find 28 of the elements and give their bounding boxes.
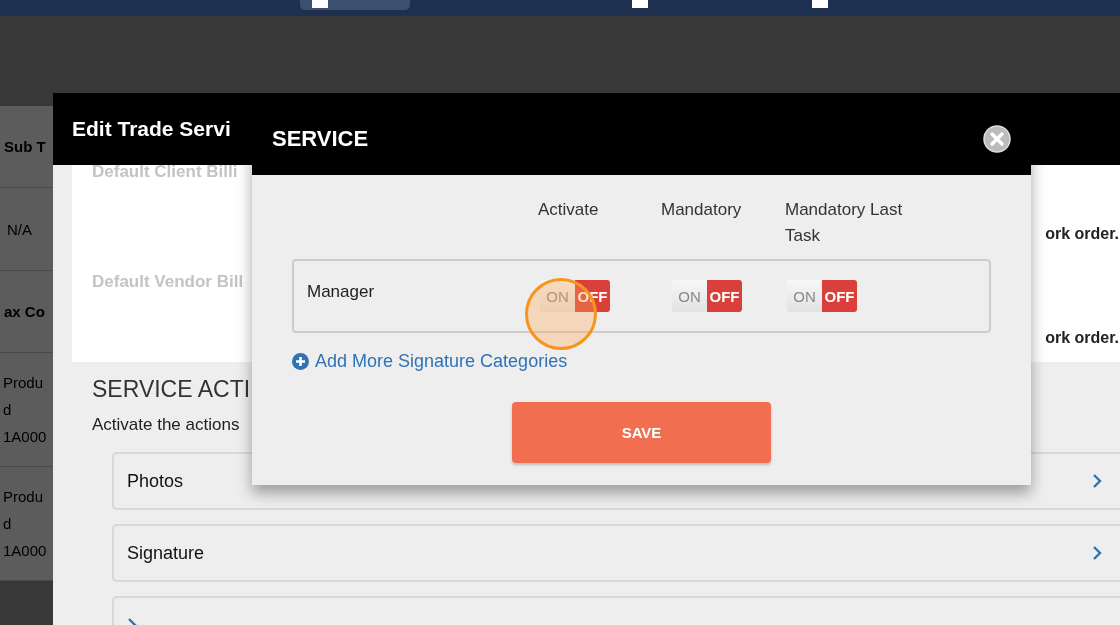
table-cell: ax Co bbox=[4, 303, 45, 320]
dialog-title: SERVICE bbox=[272, 126, 369, 152]
document-icon bbox=[810, 0, 830, 8]
field-label: Default Client Billi bbox=[92, 162, 238, 182]
table-cell-text: Produ d 1A000 bbox=[3, 373, 47, 447]
add-categories-link[interactable]: Add More Signature Categories bbox=[292, 351, 568, 372]
save-button[interactable]: SAVE bbox=[512, 402, 771, 463]
document-icon bbox=[630, 0, 650, 8]
table-cell-text: N/A bbox=[7, 219, 32, 240]
chevron-right-icon bbox=[1092, 545, 1102, 561]
row-label: Manager bbox=[306, 282, 376, 302]
dialog-title: Edit Trade Servi bbox=[72, 117, 231, 141]
plus-circle-icon bbox=[292, 353, 309, 370]
field-note: ork order. bbox=[1045, 225, 1119, 244]
action-row[interactable]: Signature bbox=[112, 524, 1120, 582]
column-header: Activate bbox=[538, 199, 600, 221]
column-header: Mandatory Last Task bbox=[785, 199, 904, 247]
field-note: ork order. bbox=[1045, 329, 1119, 348]
table-cell-text: Produ d 1A000 bbox=[3, 487, 47, 561]
close-icon[interactable] bbox=[983, 125, 1011, 153]
section-title: SERVICE ACTI bbox=[92, 376, 251, 403]
section-description: Activate the actions bbox=[92, 415, 240, 435]
document-icon bbox=[310, 0, 330, 8]
nav-tab[interactable] bbox=[300, 0, 410, 10]
column-header: Mandatory bbox=[661, 199, 743, 221]
table-cell: Sub T bbox=[4, 138, 46, 155]
chevron-right-icon bbox=[1092, 473, 1102, 489]
field-label: Default Vendor Bill bbox=[92, 272, 244, 292]
